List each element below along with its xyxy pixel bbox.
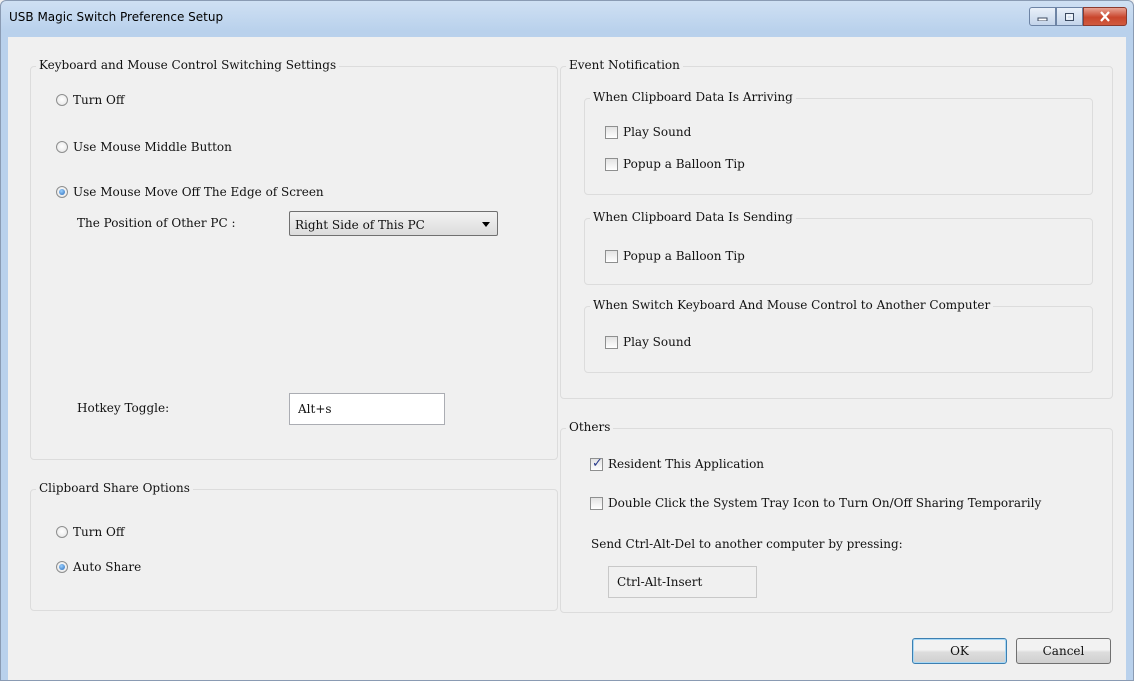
maximize-icon bbox=[1065, 12, 1074, 21]
checkbox-double-click-tray-control[interactable] bbox=[590, 496, 603, 510]
radio-clipboard-auto-share-label: Auto Share bbox=[73, 560, 142, 574]
ctrl-alt-del-label: Send Ctrl-Alt-Del to another computer by… bbox=[591, 537, 903, 551]
ctrl-alt-del-hotkey-input[interactable] bbox=[608, 566, 757, 598]
radio-kbm-edge-of-screen-label: Use Mouse Move Off The Edge of Screen bbox=[73, 185, 324, 199]
checkbox-arriving-play-sound-label: Play Sound bbox=[623, 125, 692, 139]
keyboard-mouse-legend: Keyboard and Mouse Control Switching Set… bbox=[36, 58, 340, 72]
minimize-icon bbox=[1037, 17, 1048, 21]
maximize-button[interactable] bbox=[1056, 7, 1083, 26]
window-controls bbox=[1029, 7, 1127, 26]
dialog-body: Keyboard and Mouse Control Switching Set… bbox=[8, 37, 1126, 680]
radio-clipboard-turn-off-label: Turn Off bbox=[73, 525, 125, 539]
radio-clipboard-auto-share-control[interactable] bbox=[56, 561, 68, 573]
checkbox-arriving-play-sound-control[interactable] bbox=[605, 125, 618, 139]
checkbox-resident-application[interactable]: Resident This Application bbox=[590, 456, 765, 471]
radio-kbm-middle-button[interactable]: Use Mouse Middle Button bbox=[56, 140, 232, 154]
clipboard-share-legend: Clipboard Share Options bbox=[36, 481, 193, 495]
hotkey-toggle-field[interactable] bbox=[290, 394, 444, 424]
hotkey-toggle-label: Hotkey Toggle: bbox=[77, 401, 170, 415]
radio-kbm-edge-of-screen-control[interactable] bbox=[56, 186, 68, 198]
checkbox-arriving-balloon-tip[interactable]: Popup a Balloon Tip bbox=[605, 157, 745, 171]
clipboard-share-group: Clipboard Share Options bbox=[30, 481, 558, 611]
radio-kbm-turn-off[interactable]: Turn Off bbox=[56, 93, 124, 107]
preference-window: USB Magic Switch Preference Setup Keyboa… bbox=[0, 0, 1134, 681]
checkbox-double-click-tray[interactable]: Double Click the System Tray Icon to Tur… bbox=[590, 496, 1041, 510]
radio-kbm-edge-of-screen[interactable]: Use Mouse Move Off The Edge of Screen bbox=[56, 185, 324, 199]
event-notification-legend: Event Notification bbox=[566, 58, 683, 72]
position-other-pc-dropdown[interactable]: Right Side of This PC bbox=[289, 211, 498, 236]
checkbox-switch-play-sound-control[interactable] bbox=[605, 335, 618, 349]
hotkey-toggle-input[interactable] bbox=[289, 393, 445, 425]
ok-button[interactable]: OK bbox=[912, 638, 1007, 664]
clipboard-arriving-group: When Clipboard Data Is Arriving bbox=[584, 90, 1093, 195]
checkbox-arriving-balloon-tip-label: Popup a Balloon Tip bbox=[623, 157, 745, 171]
ctrl-alt-del-hotkey-field[interactable] bbox=[609, 567, 756, 597]
clipboard-arriving-legend: When Clipboard Data Is Arriving bbox=[590, 90, 796, 104]
cancel-button[interactable]: Cancel bbox=[1016, 638, 1111, 664]
checkbox-switch-play-sound[interactable]: Play Sound bbox=[605, 335, 691, 349]
position-other-pc-label: The Position of Other PC : bbox=[77, 216, 236, 230]
radio-kbm-turn-off-control[interactable] bbox=[56, 94, 68, 106]
chevron-down-icon bbox=[482, 222, 490, 227]
checkbox-switch-play-sound-label: Play Sound bbox=[623, 335, 692, 349]
radio-clipboard-auto-share[interactable]: Auto Share bbox=[56, 560, 141, 574]
close-button[interactable] bbox=[1083, 7, 1127, 26]
checkbox-sending-balloon-tip-control[interactable] bbox=[605, 249, 618, 263]
radio-kbm-middle-button-label: Use Mouse Middle Button bbox=[73, 140, 232, 154]
checkbox-arriving-play-sound[interactable]: Play Sound bbox=[605, 125, 691, 139]
title-bar[interactable]: USB Magic Switch Preference Setup bbox=[1, 1, 1133, 37]
switch-control-legend: When Switch Keyboard And Mouse Control t… bbox=[590, 298, 994, 312]
radio-kbm-turn-off-label: Turn Off bbox=[73, 93, 125, 107]
checkbox-resident-application-label: Resident This Application bbox=[608, 457, 765, 471]
checkbox-resident-application-control[interactable] bbox=[590, 456, 603, 471]
checkbox-double-click-tray-label: Double Click the System Tray Icon to Tur… bbox=[608, 496, 1042, 510]
checkbox-sending-balloon-tip[interactable]: Popup a Balloon Tip bbox=[605, 249, 745, 263]
checkbox-sending-balloon-tip-label: Popup a Balloon Tip bbox=[623, 249, 745, 263]
clipboard-sending-legend: When Clipboard Data Is Sending bbox=[590, 210, 796, 224]
radio-clipboard-turn-off[interactable]: Turn Off bbox=[56, 525, 124, 539]
others-legend: Others bbox=[566, 420, 614, 434]
radio-clipboard-turn-off-control[interactable] bbox=[56, 526, 68, 538]
checkbox-arriving-balloon-tip-control[interactable] bbox=[605, 157, 618, 171]
close-icon bbox=[1100, 11, 1110, 22]
radio-kbm-middle-button-control[interactable] bbox=[56, 141, 68, 153]
minimize-button[interactable] bbox=[1029, 7, 1056, 26]
window-title: USB Magic Switch Preference Setup bbox=[9, 10, 224, 24]
position-other-pc-value: Right Side of This PC bbox=[295, 218, 425, 232]
